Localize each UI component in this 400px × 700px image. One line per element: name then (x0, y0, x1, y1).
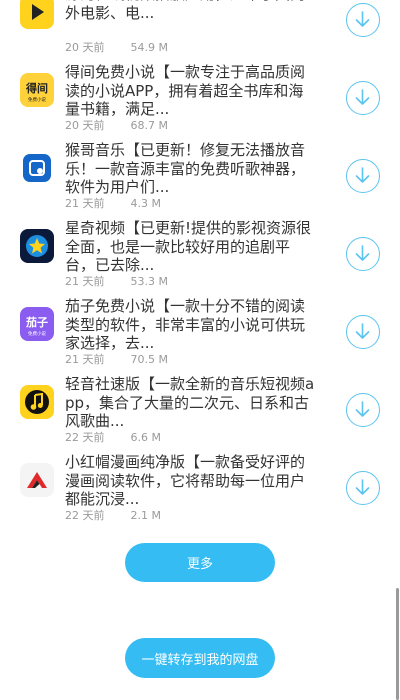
app-meta: 22 天前 6.6 M (65, 431, 161, 444)
app-title: 茄子免费小说【一款十分不错的阅读类型的软件，非常丰富的小说可供玩家选择，去... (65, 297, 306, 352)
scrollbar[interactable] (396, 588, 399, 700)
star-video-icon (20, 229, 54, 263)
app-size: 53.3 M (130, 275, 168, 288)
app-meta: 21 天前 4.3 M (65, 197, 161, 210)
download-arrow-icon (355, 323, 370, 339)
app-title: 猴哥音乐【已更新！修复无法播放音乐！一款音源丰富的免费听歌神器，软件为用户们..… (65, 141, 306, 196)
qiezi-novel-icon: 茄子 免费小说 (20, 307, 54, 341)
app-size: 6.6 M (130, 431, 161, 444)
app-time: 22 天前 (65, 509, 105, 522)
app-title: 源的在线视频播放应用，汇聚了国内外电影、电... (65, 0, 305, 22)
download-button[interactable] (346, 393, 380, 427)
download-button[interactable] (346, 237, 380, 271)
download-arrow-icon (355, 245, 370, 261)
app-time: 20 天前 (65, 119, 105, 132)
list-item[interactable]: 源的在线视频播放应用，汇聚了国内外电影、电... 20 天前 54.9 M (0, 0, 400, 55)
download-arrow-icon (355, 479, 370, 495)
app-meta: 20 天前 54.9 M (65, 41, 168, 54)
dejian-novel-icon: 得间 免费小说 (20, 73, 54, 107)
svg-text:茄子: 茄子 (25, 315, 48, 329)
app-time: 21 天前 (65, 275, 105, 288)
list-item[interactable]: 小红帽漫画纯净版【一款备受好评的漫画阅读软件，它将帮助每一位用户都能沉浸... … (0, 445, 400, 523)
app-meta: 20 天前 68.7 M (65, 119, 168, 132)
download-arrow-icon (355, 167, 370, 183)
download-button[interactable] (346, 3, 380, 37)
save-to-disk-button[interactable]: 一键转存到我的网盘 (125, 638, 275, 678)
app-size: 54.9 M (130, 41, 168, 54)
app-title: 轻音社速版【一款全新的音乐短视频app，集合了大量的二次元、日系和古风歌曲... (65, 375, 315, 430)
app-meta: 21 天前 53.3 M (65, 275, 168, 288)
list-item[interactable]: 轻音社速版【一款全新的音乐短视频app，集合了大量的二次元、日系和古风歌曲...… (0, 367, 400, 445)
svg-text:免费小说: 免费小说 (28, 330, 46, 337)
app-list: 源的在线视频播放应用，汇聚了国内外电影、电... 20 天前 54.9 M 得间 … (0, 0, 400, 523)
list-item[interactable]: 星奇视频【已更新!提供的影视资源很全面，也是一款比较好用的追剧平台，已去除...… (0, 211, 400, 289)
yellow-play-icon (20, 0, 54, 29)
music-note-icon (20, 385, 54, 419)
red-hat-comic-icon (20, 463, 54, 497)
monkey-music-icon (20, 151, 54, 185)
download-arrow-icon (355, 11, 370, 27)
app-size: 2.1 M (130, 509, 161, 522)
svg-text:得间: 得间 (25, 81, 48, 95)
download-button[interactable] (346, 81, 380, 115)
svg-text:免费小说: 免费小说 (28, 96, 46, 103)
list-item[interactable]: 猴哥音乐【已更新！修复无法播放音乐！一款音源丰富的免费听歌神器，软件为用户们..… (0, 133, 400, 211)
download-button[interactable] (346, 159, 380, 193)
download-button[interactable] (346, 315, 380, 349)
app-title: 得间免费小说【一款专注于高品质阅读的小说APP，拥有着超全书库和海量书籍，满足.… (65, 63, 306, 118)
app-list-page: 源的在线视频播放应用，汇聚了国内外电影、电... 20 天前 54.9 M 得间 … (0, 0, 400, 700)
more-button[interactable]: 更多 (125, 543, 275, 582)
app-title: 星奇视频【已更新!提供的影视资源很全面，也是一款比较好用的追剧平台，已去除... (65, 219, 312, 274)
download-button[interactable] (346, 471, 380, 505)
download-arrow-icon (355, 401, 370, 417)
app-time: 20 天前 (65, 41, 105, 54)
app-time: 21 天前 (65, 197, 105, 210)
list-item[interactable]: 得间 免费小说 得间免费小说【一款专注于高品质阅读的小说APP，拥有着超全书库和… (0, 55, 400, 133)
app-size: 68.7 M (130, 119, 168, 132)
app-title: 小红帽漫画纯净版【一款备受好评的漫画阅读软件，它将帮助每一位用户都能沉浸... (65, 453, 306, 508)
app-meta: 21 天前 70.5 M (65, 353, 168, 366)
download-arrow-icon (355, 89, 370, 105)
app-time: 21 天前 (65, 353, 105, 366)
app-size: 70.5 M (130, 353, 168, 366)
app-size: 4.3 M (130, 197, 161, 210)
list-item[interactable]: 茄子 免费小说 茄子免费小说【一款十分不错的阅读类型的软件，非常丰富的小说可供玩… (0, 289, 400, 367)
app-time: 22 天前 (65, 431, 105, 444)
app-meta: 22 天前 2.1 M (65, 509, 161, 522)
